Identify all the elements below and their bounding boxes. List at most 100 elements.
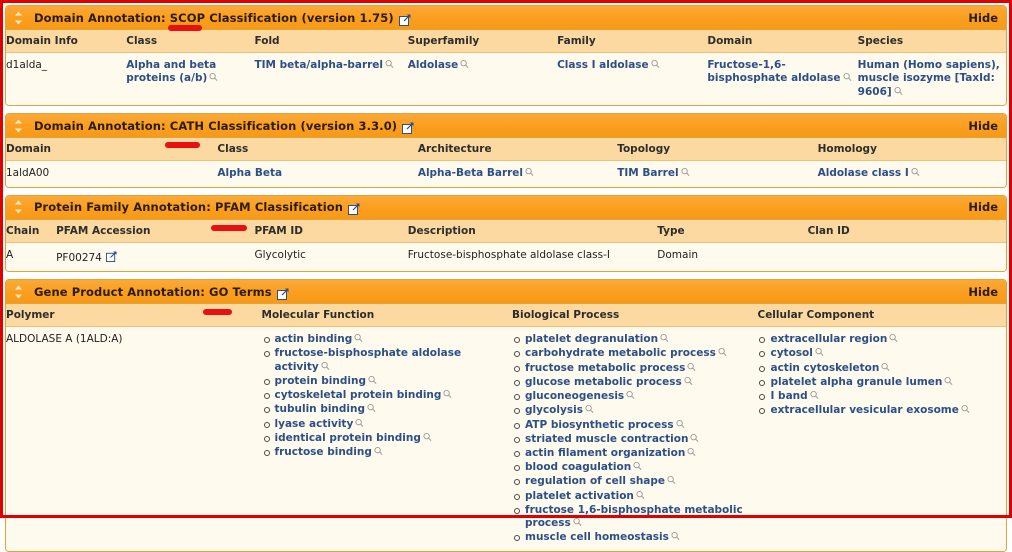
link-class[interactable]: Alpha Beta xyxy=(217,167,282,179)
link-architecture[interactable]: Alpha-Beta Barrel xyxy=(418,167,523,179)
search-icon[interactable] xyxy=(690,433,699,443)
search-icon[interactable] xyxy=(460,59,469,69)
go-term-link[interactable]: identical protein binding xyxy=(275,432,421,444)
search-icon[interactable] xyxy=(894,86,903,96)
search-icon[interactable] xyxy=(718,347,727,357)
search-icon[interactable] xyxy=(385,59,394,69)
link-family[interactable]: Class I aldolase xyxy=(557,59,649,71)
search-icon[interactable] xyxy=(651,59,660,69)
go-term-link[interactable]: extracellular vesicular exosome xyxy=(770,404,958,416)
search-icon[interactable] xyxy=(368,375,377,385)
link-fold[interactable]: TIM beta/alpha-barrel xyxy=(254,59,383,71)
go-term-link[interactable]: fructose binding xyxy=(275,446,372,458)
go-term-link[interactable]: ATP biosynthetic process xyxy=(525,419,674,431)
go-term-link[interactable]: actin binding xyxy=(275,333,353,345)
link-domain[interactable]: Fructose-1,6-bisphosphate aldolase xyxy=(707,59,840,84)
go-term-link[interactable]: actin filament organization xyxy=(525,447,685,459)
list-item: platelet alpha granule lumen xyxy=(757,376,1000,389)
go-term-link[interactable]: lyase activity xyxy=(275,418,354,430)
search-icon[interactable] xyxy=(911,167,920,177)
search-icon[interactable] xyxy=(633,461,642,471)
go-term-link[interactable]: gluconeogenesis xyxy=(525,390,624,402)
go-term-link[interactable]: cytosol xyxy=(770,347,812,359)
search-icon[interactable] xyxy=(209,72,218,82)
go-term-link[interactable]: platelet degranulation xyxy=(525,333,658,345)
panel-scop-header[interactable]: Domain Annotation: SCOP Classification (… xyxy=(6,6,1006,30)
search-icon[interactable] xyxy=(321,361,330,371)
col-cellular-component: Cellular Component xyxy=(757,304,1006,328)
external-link-icon[interactable] xyxy=(276,288,289,300)
go-term-link[interactable]: fructose-bisphosphate aldolase activity xyxy=(275,347,462,372)
search-icon[interactable] xyxy=(423,432,432,442)
search-icon[interactable] xyxy=(687,362,696,372)
panel-pfam-header[interactable]: Protein Family Annotation: PFAM Classifi… xyxy=(6,195,1006,220)
panel-go-header[interactable]: Gene Product Annotation: GO Terms Hide xyxy=(6,280,1006,305)
external-link-icon[interactable] xyxy=(402,122,414,134)
search-icon[interactable] xyxy=(585,404,594,414)
link-topology[interactable]: TIM Barrel xyxy=(617,167,678,179)
search-icon[interactable] xyxy=(636,490,645,500)
go-term-link[interactable]: actin cytoskeleton xyxy=(770,362,879,374)
search-icon[interactable] xyxy=(815,347,824,357)
list-item: actin cytoskeleton xyxy=(757,362,1000,375)
search-icon[interactable] xyxy=(660,333,669,343)
search-icon[interactable] xyxy=(680,167,690,177)
go-term-link[interactable]: striated muscle contraction xyxy=(525,433,688,445)
go-term-link[interactable]: carbohydrate metabolic process xyxy=(525,347,716,359)
search-icon[interactable] xyxy=(889,333,898,343)
hide-link-cath[interactable]: Hide xyxy=(968,119,998,133)
updown-arrow-icon[interactable] xyxy=(13,119,24,133)
go-term-link[interactable]: regulation of cell shape xyxy=(525,475,665,487)
go-term-link[interactable]: muscle cell homeostasis xyxy=(525,531,669,543)
go-term-link[interactable]: extracellular region xyxy=(770,333,887,345)
external-link-icon[interactable] xyxy=(398,14,411,26)
external-link-icon[interactable] xyxy=(105,251,118,263)
list-item: cytoskeletal protein binding xyxy=(262,389,507,402)
go-term-link[interactable]: platelet alpha granule lumen xyxy=(770,376,942,388)
link-superfamily[interactable]: Aldolase xyxy=(408,59,459,71)
link-species[interactable]: Human (Homo sapiens), muscle isozyme [Ta… xyxy=(858,59,1000,98)
search-icon[interactable] xyxy=(687,447,696,457)
hide-link-pfam[interactable]: Hide xyxy=(968,200,998,214)
search-icon[interactable] xyxy=(667,475,676,485)
updown-arrow-icon[interactable] xyxy=(13,11,24,25)
search-icon[interactable] xyxy=(525,167,534,177)
hide-link-go[interactable]: Hide xyxy=(968,285,998,299)
cath-table: Domain Class Architecture Topology Homol… xyxy=(6,138,1006,187)
search-icon[interactable] xyxy=(573,517,582,527)
go-term-link[interactable]: fructose metabolic process xyxy=(525,362,685,374)
go-term-link[interactable]: fructose 1,6-bisphosphate metabolic proc… xyxy=(525,504,743,529)
biological-process-list: platelet degranulation carbohydrate metab… xyxy=(512,333,751,544)
go-term-link[interactable]: protein binding xyxy=(275,375,366,387)
go-term-link[interactable]: cytoskeletal protein binding xyxy=(275,389,442,401)
go-term-link[interactable]: glucose metabolic process xyxy=(525,376,682,388)
list-item: fructose binding xyxy=(262,446,507,459)
updown-arrow-icon[interactable] xyxy=(13,200,24,214)
search-icon[interactable] xyxy=(671,531,680,541)
search-icon[interactable] xyxy=(354,333,363,343)
panel-cath-header[interactable]: Domain Annotation: CATH Classification (… xyxy=(6,114,1006,139)
search-icon[interactable] xyxy=(676,419,685,429)
go-term-link[interactable]: blood coagulation xyxy=(525,461,631,473)
search-icon[interactable] xyxy=(944,376,953,386)
external-link-icon[interactable] xyxy=(348,203,360,216)
go-term-link[interactable]: platelet activation xyxy=(525,490,634,502)
go-term-link[interactable]: I band xyxy=(770,390,807,402)
go-term-link[interactable]: glycolysis xyxy=(525,404,583,416)
search-icon[interactable] xyxy=(842,72,852,82)
go-term-link[interactable]: tubulin binding xyxy=(275,403,366,415)
hide-link-scop[interactable]: Hide xyxy=(968,11,998,25)
search-icon[interactable] xyxy=(367,403,376,413)
search-icon[interactable] xyxy=(443,389,452,399)
link-homology[interactable]: Aldolase class I xyxy=(818,167,909,179)
link-class[interactable]: Alpha and beta proteins (a/b) xyxy=(126,59,216,84)
search-icon[interactable] xyxy=(374,446,383,456)
search-icon[interactable] xyxy=(881,362,890,372)
search-icon[interactable] xyxy=(810,390,819,400)
search-icon[interactable] xyxy=(355,418,364,428)
search-icon[interactable] xyxy=(626,390,635,400)
updown-arrow-icon[interactable] xyxy=(13,285,24,299)
search-icon[interactable] xyxy=(961,404,970,414)
search-icon[interactable] xyxy=(684,376,693,386)
col-topology: Topology xyxy=(617,138,818,162)
